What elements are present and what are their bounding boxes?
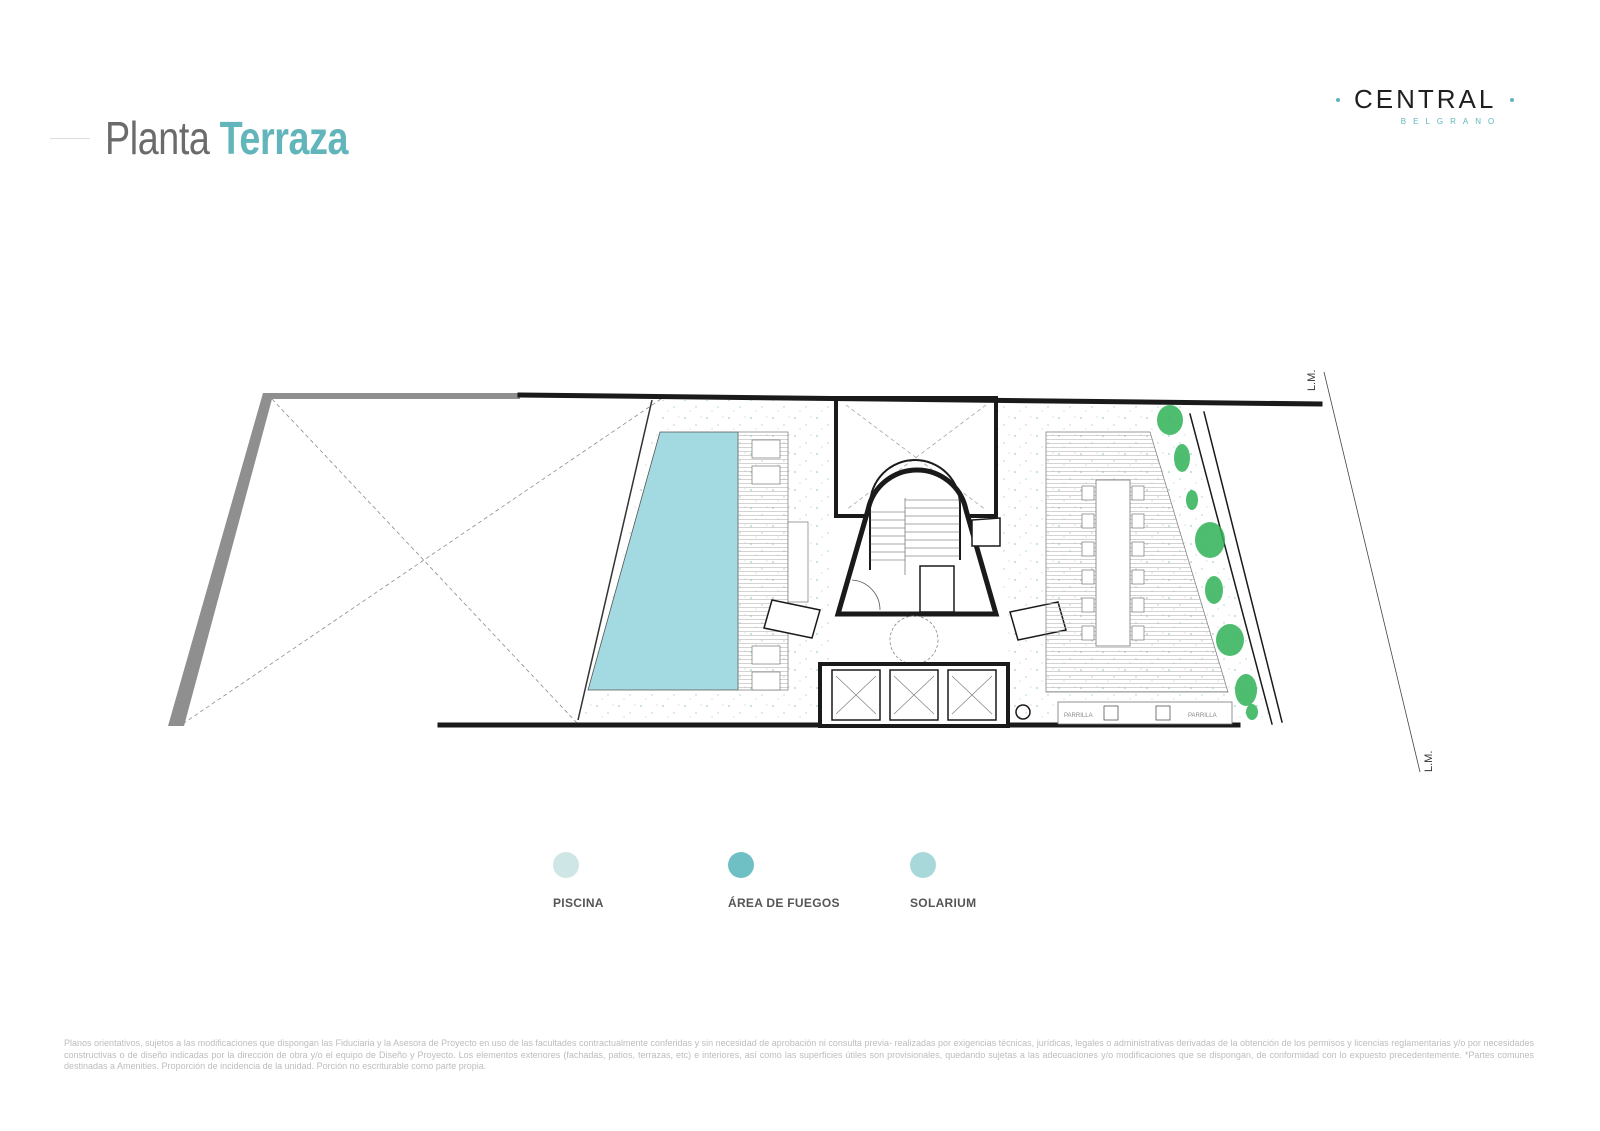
elevator-bank (818, 662, 1031, 728)
building-core (834, 459, 1000, 665)
floor-plan: PARRILLA PARRILLA L.M. L.M. (168, 370, 1435, 773)
legend-dot-solarium (910, 852, 936, 878)
legend-dot-area-de-fuegos (728, 852, 754, 878)
legend-label-solarium: SOLARIUM (910, 896, 977, 910)
property-line-label-bottom: L.M. (1423, 751, 1435, 772)
left-void-area (168, 393, 662, 726)
legend-item-piscina: PISCINA (553, 852, 604, 910)
grill-area: PARRILLA PARRILLA (1057, 701, 1233, 725)
property-line-label-top: L.M. (1306, 370, 1318, 391)
legend-dot-piscina (553, 852, 579, 878)
legend-item-area-de-fuegos: ÁREA DE FUEGOS (728, 852, 840, 910)
legend-item-solarium: SOLARIUM (910, 852, 976, 910)
parrilla-label-right: PARRILLA (1188, 713, 1217, 719)
legend-label-piscina: PISCINA (553, 896, 604, 910)
legend-label-area-de-fuegos: ÁREA DE FUEGOS (728, 896, 840, 910)
property-line (1323, 371, 1421, 773)
parrilla-label-left: PARRILLA (1064, 713, 1093, 719)
legal-disclaimer: Planos orientativos, sujetos a las modif… (64, 1038, 1534, 1071)
deck-bench (787, 521, 809, 603)
